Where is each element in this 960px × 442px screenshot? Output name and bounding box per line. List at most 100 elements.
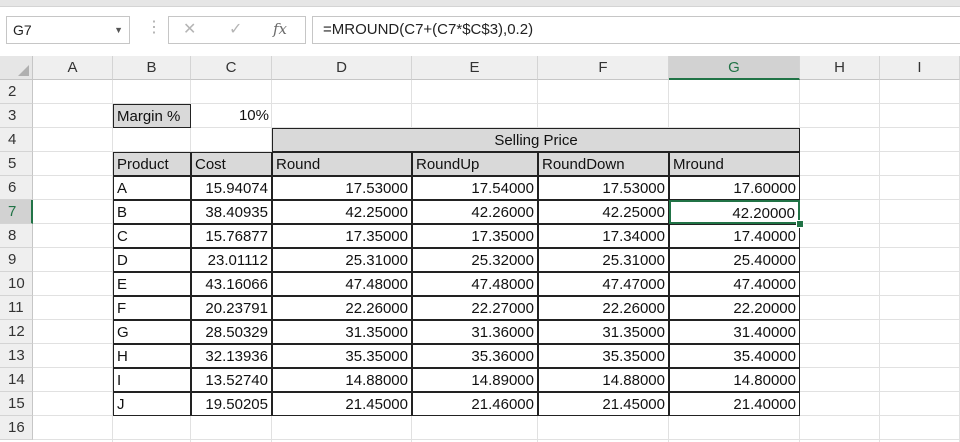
value-cell[interactable]: 22.20000 [669,296,800,320]
value-cell[interactable]: 22.27000 [412,296,538,320]
value-cell[interactable]: 25.31000 [272,248,412,272]
name-box[interactable]: G7 ▼ [6,16,130,44]
table-header-cost[interactable]: Cost [191,152,272,176]
row-header-11[interactable]: 11 [0,296,33,320]
column-header-d[interactable]: D [272,56,412,80]
row-header-5[interactable]: 5 [0,152,33,176]
value-cell[interactable]: 13.52740 [191,368,272,392]
value-cell[interactable]: 31.35000 [538,320,669,344]
row-header-9[interactable]: 9 [0,248,33,272]
value-cell[interactable]: 42.25000 [538,200,669,224]
value-cell[interactable]: 14.88000 [272,368,412,392]
row-header-15[interactable]: 15 [0,392,33,416]
value-cell[interactable]: 28.50329 [191,320,272,344]
value-cell[interactable]: 17.34000 [538,224,669,248]
product-cell[interactable]: D [113,248,191,272]
value-cell[interactable]: 47.48000 [412,272,538,296]
column-header-c[interactable]: C [191,56,272,80]
fill-handle[interactable] [796,220,804,228]
value-cell[interactable]: 17.53000 [272,176,412,200]
value-cell[interactable]: 35.35000 [538,344,669,368]
table-header-roundup[interactable]: RoundUp [412,152,538,176]
value-cell[interactable]: 17.53000 [538,176,669,200]
value-cell[interactable]: 21.45000 [538,392,669,416]
row-header-16[interactable]: 16 [0,416,33,440]
value-cell[interactable]: 47.48000 [272,272,412,296]
value-cell[interactable]: 17.60000 [669,176,800,200]
row-header-7[interactable]: 7 [0,200,33,224]
value-cell[interactable]: 22.26000 [538,296,669,320]
value-cell[interactable]: 38.40935 [191,200,272,224]
column-header-f[interactable]: F [538,56,669,80]
value-cell[interactable]: 17.54000 [412,176,538,200]
value-cell[interactable]: 42.25000 [272,200,412,224]
value-cell[interactable]: 14.88000 [538,368,669,392]
value-cell[interactable]: 42.20000 [669,200,800,224]
value-cell[interactable]: 35.36000 [412,344,538,368]
cancel-icon[interactable]: ✕ [183,19,196,39]
value-cell[interactable]: 15.94074 [191,176,272,200]
row-header-4[interactable]: 4 [0,128,33,152]
value-cell[interactable]: 21.46000 [412,392,538,416]
table-header-rounddown[interactable]: RoundDown [538,152,669,176]
value-cell[interactable]: 47.40000 [669,272,800,296]
value-cell[interactable]: 17.35000 [412,224,538,248]
column-header-e[interactable]: E [412,56,538,80]
table-header-product[interactable]: Product [113,152,191,176]
product-cell[interactable]: B [113,200,191,224]
margin-label[interactable]: Margin % [113,104,191,128]
row-header-13[interactable]: 13 [0,344,33,368]
product-cell[interactable]: A [113,176,191,200]
value-cell[interactable]: 32.13936 [191,344,272,368]
value-cell[interactable]: 31.35000 [272,320,412,344]
value-cell[interactable]: 14.89000 [412,368,538,392]
value-cell[interactable]: 19.50205 [191,392,272,416]
margin-value[interactable]: 10% [191,104,272,128]
product-cell[interactable]: G [113,320,191,344]
row-header-2[interactable]: 2 [0,80,33,104]
table-header-mround[interactable]: Mround [669,152,800,176]
row-header-14[interactable]: 14 [0,368,33,392]
value-cell[interactable]: 17.35000 [272,224,412,248]
value-cell[interactable]: 31.40000 [669,320,800,344]
value-cell[interactable]: 15.76877 [191,224,272,248]
value-cell[interactable]: 35.35000 [272,344,412,368]
product-cell[interactable]: I [113,368,191,392]
formula-input[interactable]: =MROUND(C7+(C7*$C$3),0.2) [312,16,960,44]
value-cell[interactable]: 31.36000 [412,320,538,344]
value-cell[interactable]: 42.26000 [412,200,538,224]
table-header-round[interactable]: Round [272,152,412,176]
value-cell[interactable]: 21.45000 [272,392,412,416]
column-header-a[interactable]: A [33,56,113,80]
product-cell[interactable]: E [113,272,191,296]
value-cell[interactable]: 25.32000 [412,248,538,272]
value-cell[interactable]: 17.40000 [669,224,800,248]
enter-icon[interactable]: ✓ [229,19,242,39]
row-header-10[interactable]: 10 [0,272,33,296]
column-header-i[interactable]: I [880,56,960,80]
value-cell[interactable]: 25.31000 [538,248,669,272]
row-header-3[interactable]: 3 [0,104,33,128]
value-cell[interactable]: 43.16066 [191,272,272,296]
value-cell[interactable]: 23.01112 [191,248,272,272]
product-cell[interactable]: J [113,392,191,416]
value-cell[interactable]: 20.23791 [191,296,272,320]
selling-price-header[interactable]: Selling Price [272,128,800,152]
value-cell[interactable]: 21.40000 [669,392,800,416]
product-cell[interactable]: C [113,224,191,248]
value-cell[interactable]: 14.80000 [669,368,800,392]
value-cell[interactable]: 25.40000 [669,248,800,272]
row-header-8[interactable]: 8 [0,224,33,248]
product-cell[interactable]: H [113,344,191,368]
insert-function-icon[interactable]: fx [273,20,287,38]
column-header-h[interactable]: H [800,56,880,80]
value-cell[interactable]: 35.40000 [669,344,800,368]
chevron-down-icon[interactable]: ▼ [114,17,123,43]
column-header-g[interactable]: G [669,56,800,80]
row-header-6[interactable]: 6 [0,176,33,200]
drag-handle-icon[interactable]: ⋮ [146,18,162,38]
value-cell[interactable]: 22.26000 [272,296,412,320]
select-all-button[interactable] [0,56,33,80]
product-cell[interactable]: F [113,296,191,320]
value-cell[interactable]: 47.47000 [538,272,669,296]
